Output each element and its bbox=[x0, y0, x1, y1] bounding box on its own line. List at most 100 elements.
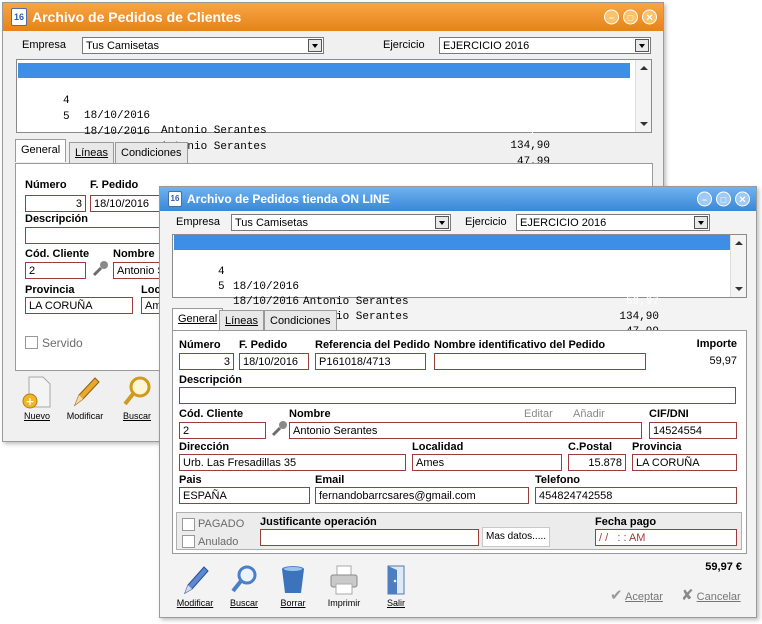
localidad-label: Localidad bbox=[412, 441, 464, 453]
borrar-label: Borrar bbox=[280, 598, 306, 608]
pais-field[interactable]: ESPAÑA bbox=[179, 487, 310, 504]
buscar-button[interactable]: Buscar bbox=[115, 375, 159, 421]
nombre-field[interactable]: Antonio Serantes bbox=[289, 422, 642, 439]
nombre-field[interactable]: Antonio S bbox=[113, 262, 165, 279]
provincia-label: Provincia bbox=[632, 441, 682, 453]
numero-field[interactable]: 3 bbox=[179, 353, 234, 370]
orders-list[interactable]: 3 18/10/2016 Antonio Serantes 59,97 4 18… bbox=[16, 59, 652, 168]
list-item[interactable]: 5 18/10/2016 Antonio Serantes 47,99 bbox=[174, 265, 730, 338]
cpostal-field[interactable]: 15.878 bbox=[568, 454, 626, 471]
buscar-button[interactable]: Buscar bbox=[224, 564, 264, 608]
chevron-down-icon[interactable] bbox=[694, 216, 708, 229]
chevron-down-icon[interactable] bbox=[308, 39, 322, 52]
anulado-checkbox[interactable] bbox=[182, 535, 195, 548]
list-item[interactable]: 5 18/10/2016 Antonio Serantes 47,99 bbox=[18, 95, 630, 168]
minimize-icon[interactable]: – bbox=[604, 9, 619, 25]
descripcion-field[interactable] bbox=[25, 227, 165, 244]
salir-button[interactable]: Salir bbox=[378, 564, 414, 608]
list-item[interactable]: 4 18/10/2016 Antonio Serantes 134,90 bbox=[174, 250, 730, 323]
descripcion-label: Descripción bbox=[25, 213, 88, 225]
direccion-field[interactable]: Urb. Las Fresadillas 35 bbox=[179, 454, 406, 471]
key-icon[interactable] bbox=[270, 420, 288, 438]
close-icon[interactable]: ✕ bbox=[735, 191, 750, 207]
order-client: Antonio Serantes bbox=[161, 125, 267, 137]
close-icon[interactable]: ✕ bbox=[642, 9, 657, 25]
aceptar-button[interactable]: ✔ Aceptar bbox=[610, 587, 663, 605]
pen-icon bbox=[184, 566, 209, 595]
minimize-icon[interactable]: – bbox=[697, 191, 712, 207]
justificante-field[interactable] bbox=[260, 529, 479, 546]
ejercicio-select[interactable]: EJERCICIO 2016 bbox=[439, 37, 651, 54]
modificar-button[interactable]: Modificar bbox=[63, 375, 107, 421]
telefono-field[interactable]: 454824742558 bbox=[535, 487, 737, 504]
borrar-button[interactable]: Borrar bbox=[273, 564, 313, 608]
modificar-button[interactable]: Modificar bbox=[174, 564, 216, 608]
maximize-icon[interactable]: □ bbox=[623, 9, 638, 25]
importe-label: Importe bbox=[696, 338, 737, 350]
list-scrollbar[interactable] bbox=[730, 235, 746, 297]
direccion-label: Dirección bbox=[179, 441, 230, 453]
order-amount: 59,97 bbox=[625, 296, 659, 308]
pagado-checkbox[interactable] bbox=[182, 518, 195, 531]
imprimir-button[interactable]: Imprimir bbox=[322, 564, 366, 608]
order-date: 18/10/2016 bbox=[84, 126, 151, 138]
tab-lineas[interactable]: Líneas bbox=[69, 142, 115, 163]
empresa-select[interactable]: Tus Camisetas bbox=[82, 37, 324, 54]
codcliente-field[interactable]: 2 bbox=[179, 422, 266, 439]
servido-checkbox[interactable] bbox=[25, 336, 38, 349]
fechapago-field[interactable]: / / : : AM bbox=[595, 529, 737, 546]
localidad-label: Loc bbox=[141, 284, 161, 296]
window-title: Archivo de Pedidos tienda ON LINE bbox=[187, 192, 390, 206]
key-icon[interactable] bbox=[91, 260, 109, 278]
tab-general[interactable]: General bbox=[15, 139, 67, 162]
anadir-link[interactable]: Añadir bbox=[573, 408, 605, 420]
scroll-up-icon[interactable] bbox=[640, 66, 648, 70]
window-title: Archivo de Pedidos de Clientes bbox=[32, 9, 242, 25]
fpedido-label: F. Pedido bbox=[239, 339, 288, 351]
empresa-select[interactable]: Tus Camisetas bbox=[231, 214, 451, 231]
magnifier-icon bbox=[231, 565, 257, 593]
list-item[interactable]: 3 18/10/2016 Antonio Serantes 59,97 bbox=[174, 235, 730, 308]
empresa-value: Tus Camisetas bbox=[86, 40, 159, 52]
front-window-titlebar[interactable]: 16 Archivo de Pedidos tienda ON LINE – □… bbox=[160, 187, 756, 211]
order-client: Antonio Serantes bbox=[161, 109, 267, 121]
scroll-up-icon[interactable] bbox=[735, 241, 743, 245]
chevron-down-icon[interactable] bbox=[635, 39, 649, 52]
scroll-down-icon[interactable] bbox=[735, 287, 743, 291]
scroll-down-icon[interactable] bbox=[640, 122, 648, 126]
maximize-icon[interactable]: □ bbox=[716, 191, 731, 207]
mas-datos-button[interactable]: Mas datos..... bbox=[482, 527, 550, 547]
referencia-label: Referencia del Pedido bbox=[315, 339, 430, 351]
tab-condiciones[interactable]: Condiciones bbox=[264, 310, 337, 331]
list-item[interactable]: 4 18/10/2016 Antonio Serantes 134,90 bbox=[18, 79, 630, 152]
editar-link[interactable]: Editar bbox=[524, 408, 553, 420]
list-item[interactable]: 3 18/10/2016 Antonio Serantes 59,97 bbox=[18, 63, 630, 136]
nuevo-button[interactable]: + Nuevo bbox=[17, 375, 57, 421]
localidad-field[interactable]: Ames bbox=[412, 454, 562, 471]
app-icon: 16 bbox=[168, 191, 182, 207]
cancelar-button[interactable]: ✘ Cancelar bbox=[681, 587, 741, 605]
cif-field[interactable]: 14524554 bbox=[649, 422, 737, 439]
fpedido-field[interactable]: 18/10/2016 bbox=[90, 195, 160, 212]
nombre-pedido-field[interactable] bbox=[434, 353, 646, 370]
list-scrollbar[interactable] bbox=[635, 60, 651, 132]
codcliente-field[interactable]: 2 bbox=[25, 262, 86, 279]
tab-general[interactable]: General bbox=[172, 308, 224, 330]
orders-list[interactable]: 3 18/10/2016 Antonio Serantes 59,97 4 18… bbox=[172, 234, 747, 338]
chevron-down-icon[interactable] bbox=[435, 216, 449, 229]
email-field[interactable]: fernandobarrcsares@gmail.com bbox=[315, 487, 529, 504]
provincia-field[interactable]: LA CORUÑA bbox=[632, 454, 737, 471]
provincia-field[interactable]: LA CORUÑA bbox=[25, 297, 133, 314]
cif-label: CIF/DNI bbox=[649, 408, 689, 420]
tab-label: General bbox=[21, 144, 61, 156]
numero-field[interactable]: 3 bbox=[25, 195, 86, 212]
referencia-field[interactable]: P161018/4713 bbox=[315, 353, 426, 370]
tab-condiciones[interactable]: Condiciones bbox=[115, 142, 188, 163]
ejercicio-select[interactable]: EJERCICIO 2016 bbox=[516, 214, 710, 231]
fpedido-field[interactable]: 18/10/2016 bbox=[239, 353, 309, 370]
tab-label: Líneas bbox=[225, 315, 259, 327]
descripcion-field[interactable] bbox=[179, 387, 736, 404]
back-window-titlebar[interactable]: 16 Archivo de Pedidos de Clientes – □ ✕ bbox=[3, 3, 663, 31]
tab-lineas[interactable]: Líneas bbox=[219, 310, 265, 331]
anulado-label: Anulado bbox=[198, 536, 239, 548]
